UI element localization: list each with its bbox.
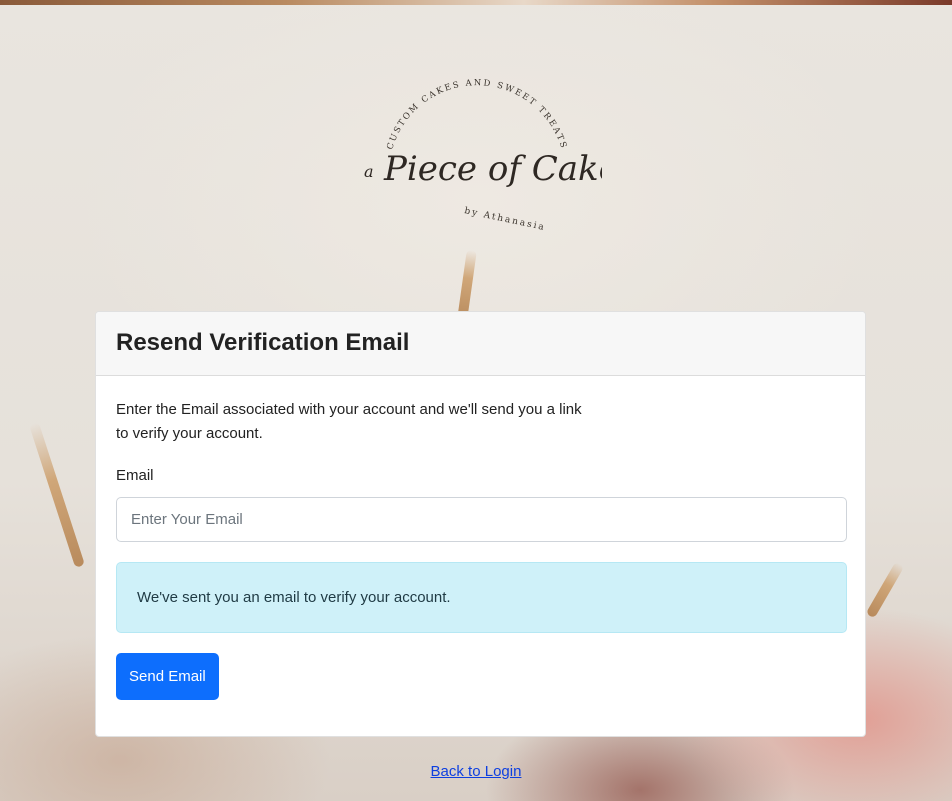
card-title: Resend Verification Email	[116, 329, 410, 356]
back-to-login-link[interactable]: Back to Login	[431, 763, 522, 780]
back-link-container: Back to Login	[0, 763, 952, 780]
alert-message: We've sent you an email to verify your a…	[137, 589, 451, 606]
logo-brand-name: Piece of Cake	[383, 149, 602, 189]
email-input[interactable]	[116, 497, 847, 542]
logo-prefix: a	[364, 162, 374, 181]
card-header: Resend Verification Email	[96, 312, 865, 376]
send-email-button[interactable]: Send Email	[116, 653, 219, 700]
success-alert: We've sent you an email to verify your a…	[116, 562, 847, 633]
brand-logo: CUSTOM CAKES AND SWEET TREATS a Piece of…	[364, 78, 602, 233]
logo-arc-text: CUSTOM CAKES AND SWEET TREATS	[385, 78, 568, 151]
top-photo-strip	[0, 0, 952, 5]
email-label: Email	[116, 467, 154, 484]
card-description: Enter the Email associated with your acc…	[116, 401, 582, 442]
card-body: Enter the Email associated with your acc…	[96, 376, 865, 700]
logo-byline: by Athanasia	[463, 206, 546, 233]
resend-verification-card: Resend Verification Email Enter the Emai…	[95, 311, 866, 737]
